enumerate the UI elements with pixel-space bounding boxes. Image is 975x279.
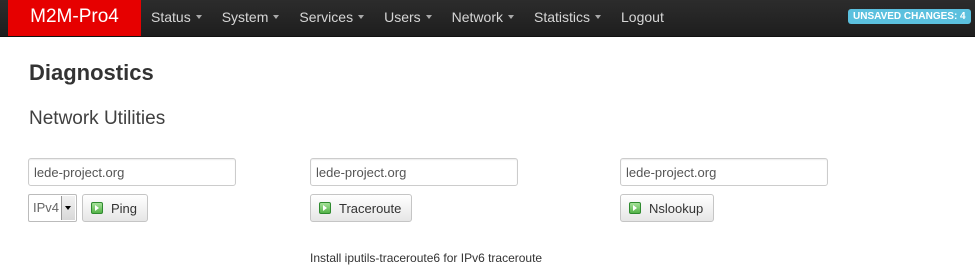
brand-logo[interactable]: M2M-Pro4 (8, 0, 141, 36)
page-title: Diagnostics (29, 60, 154, 85)
dropdown-arrow-icon (61, 196, 75, 220)
nav-services[interactable]: Services (289, 0, 374, 36)
traceroute-ipv6-note: Install iputils-traceroute6 for IPv6 tra… (310, 251, 543, 265)
nav-logout-label: Logout (621, 9, 664, 25)
nslookup-button-label: Nslookup (649, 200, 704, 216)
play-icon (319, 202, 331, 214)
traceroute-host-input[interactable] (310, 158, 518, 186)
section-title: Network Utilities (29, 108, 166, 129)
ping-protocol-value: IPv4 (33, 200, 60, 215)
nav-statistics[interactable]: Statistics (524, 0, 611, 36)
nav-status[interactable]: Status (141, 0, 212, 36)
nav-logout[interactable]: Logout (611, 0, 674, 36)
nslookup-button[interactable]: Nslookup (620, 194, 715, 222)
ping-protocol-select[interactable]: IPv4 (28, 194, 77, 222)
nav-network[interactable]: Network (442, 0, 524, 36)
caret-down-icon (358, 15, 365, 20)
traceroute-button-label: Traceroute (339, 200, 402, 216)
nav-network-label: Network (451, 9, 503, 25)
ping-host-input[interactable] (28, 158, 236, 186)
caret-down-icon (508, 15, 514, 20)
caret-down-icon (273, 15, 280, 20)
nav-users-label: Users (384, 9, 421, 25)
play-icon (91, 202, 103, 214)
nslookup-host-input[interactable] (620, 158, 828, 186)
nav-system-label: System (221, 9, 269, 25)
unsaved-changes-badge[interactable]: UNSAVED CHANGES: 4 (848, 9, 971, 24)
nav-services-label: Services (299, 9, 354, 25)
play-icon (629, 202, 641, 214)
ping-button-label: Ping (111, 200, 138, 216)
ping-button[interactable]: Ping (82, 194, 149, 222)
caret-down-icon (425, 15, 432, 20)
nav-status-label: Status (151, 9, 191, 25)
nav-users[interactable]: Users (374, 0, 442, 36)
nav-system[interactable]: System (212, 0, 290, 36)
caret-down-icon (195, 15, 202, 20)
nav-statistics-label: Statistics (534, 9, 591, 25)
main-nav: Status System Services Users Network Sta… (141, 0, 674, 36)
traceroute-button[interactable]: Traceroute (310, 194, 413, 222)
top-navbar: M2M-Pro4 Status System Services Users Ne… (0, 0, 975, 37)
caret-down-icon (595, 15, 602, 20)
